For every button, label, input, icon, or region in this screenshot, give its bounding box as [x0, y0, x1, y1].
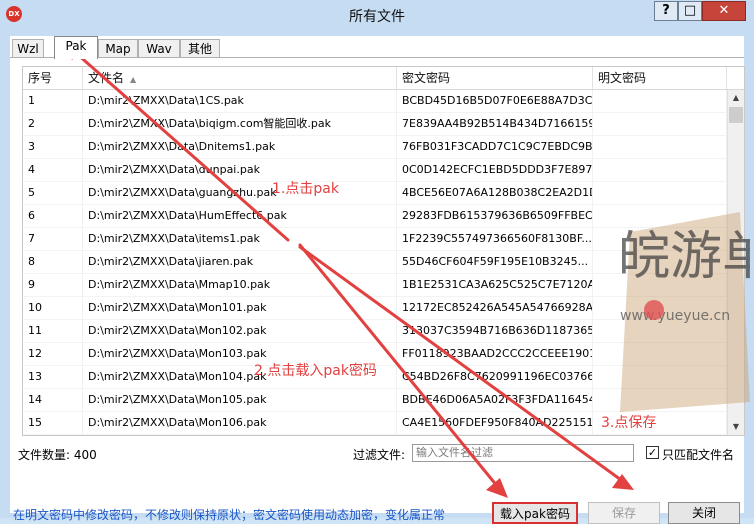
tab-pak[interactable]: Pak	[54, 36, 98, 59]
cell-plain[interactable]	[593, 136, 727, 158]
maximize-button[interactable]: □	[678, 1, 702, 21]
table-row[interactable]: 4 D:\mir2\ZMXX\Data\dunpai.pak 0C0D142ECFC…	[23, 159, 727, 182]
cell-index: 7	[23, 228, 83, 250]
cell-cipher: A0A1B84D6C6EEE8EEE0827514A3...	[397, 435, 593, 436]
load-pak-password-button[interactable]: 载入pak密码	[492, 502, 578, 524]
window-title: 所有文件	[349, 9, 405, 25]
annotation-step3: 3.点保存	[601, 415, 657, 431]
cell-filename: D:\mir2\ZMXX\Data\dunpai.pak	[83, 159, 397, 181]
watermark-brand: 皖游单	[618, 227, 750, 287]
cell-cipher: BDBE46D06A5A02F3F3FDA1164545...	[397, 389, 593, 411]
tab-strip: Wzl Pak Map Wav 其他	[10, 36, 744, 59]
column-header-cipher[interactable]: 密文密码	[397, 67, 593, 89]
scroll-up-icon[interactable]: ▲	[728, 90, 744, 106]
main-window: DX 所有文件 ? □ ✕ Wzl Pak Map Wav 其他 序号 文件名 ▲…	[0, 0, 754, 524]
cell-filename: D:\mir2\ZMXX\Data\jiaren.pak	[83, 251, 397, 273]
cell-filename: D:\mir2\ZMXX\Data\Mon102.pak	[83, 320, 397, 342]
column-header-index[interactable]: 序号	[23, 67, 83, 89]
scroll-down-icon[interactable]: ▼	[728, 419, 744, 435]
filter-input[interactable]: 输入文件名过滤	[412, 444, 634, 462]
watermark-domain: www.yueyue.cn	[620, 308, 730, 324]
table-row[interactable]: 5 D:\mir2\ZMXX\Data\guangzhu.pak 4BCE56E07…	[23, 182, 727, 205]
help-button[interactable]: ?	[654, 1, 678, 21]
title-bar: DX 所有文件 ? □ ✕	[0, 0, 754, 30]
cell-cipher: FF0118923BAAD2CCC2CCEEE1901...	[397, 343, 593, 365]
cell-filename: D:\mir2\ZMXX\Data\Mon105.pak	[83, 389, 397, 411]
cell-filename: D:\mir2\ZMXX\Data\Mon101.pak	[83, 297, 397, 319]
cell-cipher: 1B1E2531CA3A625C525C7E7120AF...	[397, 274, 593, 296]
cell-filename: D:\mir2\ZMXX\Data\biqigm.com智能回收.pak	[83, 113, 397, 135]
cell-cipher: 313037C3594B716B636D11873658...	[397, 320, 593, 342]
cell-cipher: 29283FDB615379636B6509FFBECC...	[397, 205, 593, 227]
tab-map[interactable]: Map	[98, 39, 138, 58]
cell-plain[interactable]	[593, 159, 727, 181]
cell-index: 9	[23, 274, 83, 296]
cell-index: 12	[23, 343, 83, 365]
column-header-plain[interactable]: 明文密码	[593, 67, 727, 89]
filter-label: 过滤文件:	[353, 448, 406, 462]
cell-index: 6	[23, 205, 83, 227]
column-header-filename-label: 文件名	[88, 71, 125, 85]
cell-index: 2	[23, 113, 83, 135]
match-filename-checkbox[interactable]: ✓	[646, 446, 659, 459]
annotation-step1: 1.点击pak	[272, 181, 339, 197]
cell-cipher: 55D46CF604F59F195E10B3245...	[397, 251, 593, 273]
cell-index: 3	[23, 136, 83, 158]
cell-index: 10	[23, 297, 83, 319]
cell-cipher: 76FB031F3CADD7C1C9C7EBDC9B2...	[397, 136, 593, 158]
cell-index: 5	[23, 182, 83, 204]
cell-index: 11	[23, 320, 83, 342]
cell-cipher: 0C0D142ECFC1EBD5DDD3F7E8971...	[397, 159, 593, 181]
cell-cipher: 4BCE56E07A6A128B038C2EA2D1D1...	[397, 182, 593, 204]
sort-ascending-icon: ▲	[130, 75, 137, 84]
cell-plain[interactable]	[593, 113, 727, 135]
watermark-logo: 皖游单 www.yueyue.cn	[618, 212, 750, 412]
match-filename-label[interactable]: 只匹配文件名	[662, 446, 734, 463]
cell-cipher: C54BD26F8C7620991196EC0376664...	[397, 366, 593, 388]
tab-wav[interactable]: Wav	[138, 39, 180, 58]
cell-filename: D:\mir2\ZMXX\Data\Mon106.pak	[83, 412, 397, 434]
cell-filename: D:\mir2\ZMXX\Data\Mon107.pak	[83, 435, 397, 436]
cell-cipher: 1F2239C557497366560F8130BF...	[397, 228, 593, 250]
annotation-step2: 2.点击载入pak密码	[254, 363, 377, 379]
cell-index: 15	[23, 412, 83, 434]
close-window-button[interactable]: ✕	[702, 1, 746, 21]
cell-filename: D:\mir2\ZMXX\Data\guangzhu.pak	[83, 182, 397, 204]
cell-plain[interactable]	[593, 435, 727, 436]
tab-other[interactable]: 其他	[180, 39, 220, 58]
cell-index: 14	[23, 389, 83, 411]
column-header-filename[interactable]: 文件名 ▲	[83, 67, 397, 89]
cell-filename: D:\mir2\ZMXX\Data\Mmap10.pak	[83, 274, 397, 296]
cell-plain[interactable]	[593, 90, 727, 112]
close-button[interactable]: 关闭	[668, 502, 740, 524]
cell-filename: D:\mir2\ZMXX\Data\HumEffect6.pak	[83, 205, 397, 227]
cell-cipher: 7E839AA4B92B514B434D71661592...	[397, 113, 593, 135]
cell-index: 4	[23, 159, 83, 181]
cell-filename: D:\mir2\ZMXX\Data\1CS.pak	[83, 90, 397, 112]
info-note: 在明文密码中修改密码，不修改则保持原状；密文密码使用动态加密，变化属正常	[13, 508, 446, 522]
scroll-thumb[interactable]	[729, 107, 743, 123]
cell-index: 1	[23, 90, 83, 112]
cell-index: 16	[23, 435, 83, 436]
table-row[interactable]: 16D:\mir2\ZMXX\Data\Mon107.pakA0A1B84D6C…	[23, 435, 727, 436]
cell-filename: D:\mir2\ZMXX\Data\items1.pak	[83, 228, 397, 250]
table-header: 序号 文件名 ▲ 密文密码 明文密码	[23, 67, 744, 90]
save-button[interactable]: 保存	[588, 502, 660, 524]
file-count: 文件数量: 400	[18, 448, 97, 462]
table-row[interactable]: 2 D:\mir2\ZMXX\Data\biqigm.com智能回收.pak 7E8…	[23, 113, 727, 136]
cell-plain[interactable]	[593, 182, 727, 204]
cell-cipher: 12172EC852426A545A54766928A7...	[397, 297, 593, 319]
tab-wzl[interactable]: Wzl	[12, 39, 44, 58]
cell-index: 8	[23, 251, 83, 273]
cell-cipher: CA4E1560FDEF950F840AD225151...	[397, 412, 593, 434]
cell-index: 13	[23, 366, 83, 388]
watermark-dot	[644, 300, 664, 320]
cell-filename: D:\mir2\ZMXX\Data\Dnitems1.pak	[83, 136, 397, 158]
table-row[interactable]: 1 D:\mir2\ZMXX\Data\1CS.pak BCBD45D16B5D07…	[23, 90, 727, 113]
table-row[interactable]: 3 D:\mir2\ZMXX\Data\Dnitems1.pak 76FB031F3…	[23, 136, 727, 159]
cell-cipher: BCBD45D16B5D07F0E6E88A7D3C4...	[397, 90, 593, 112]
